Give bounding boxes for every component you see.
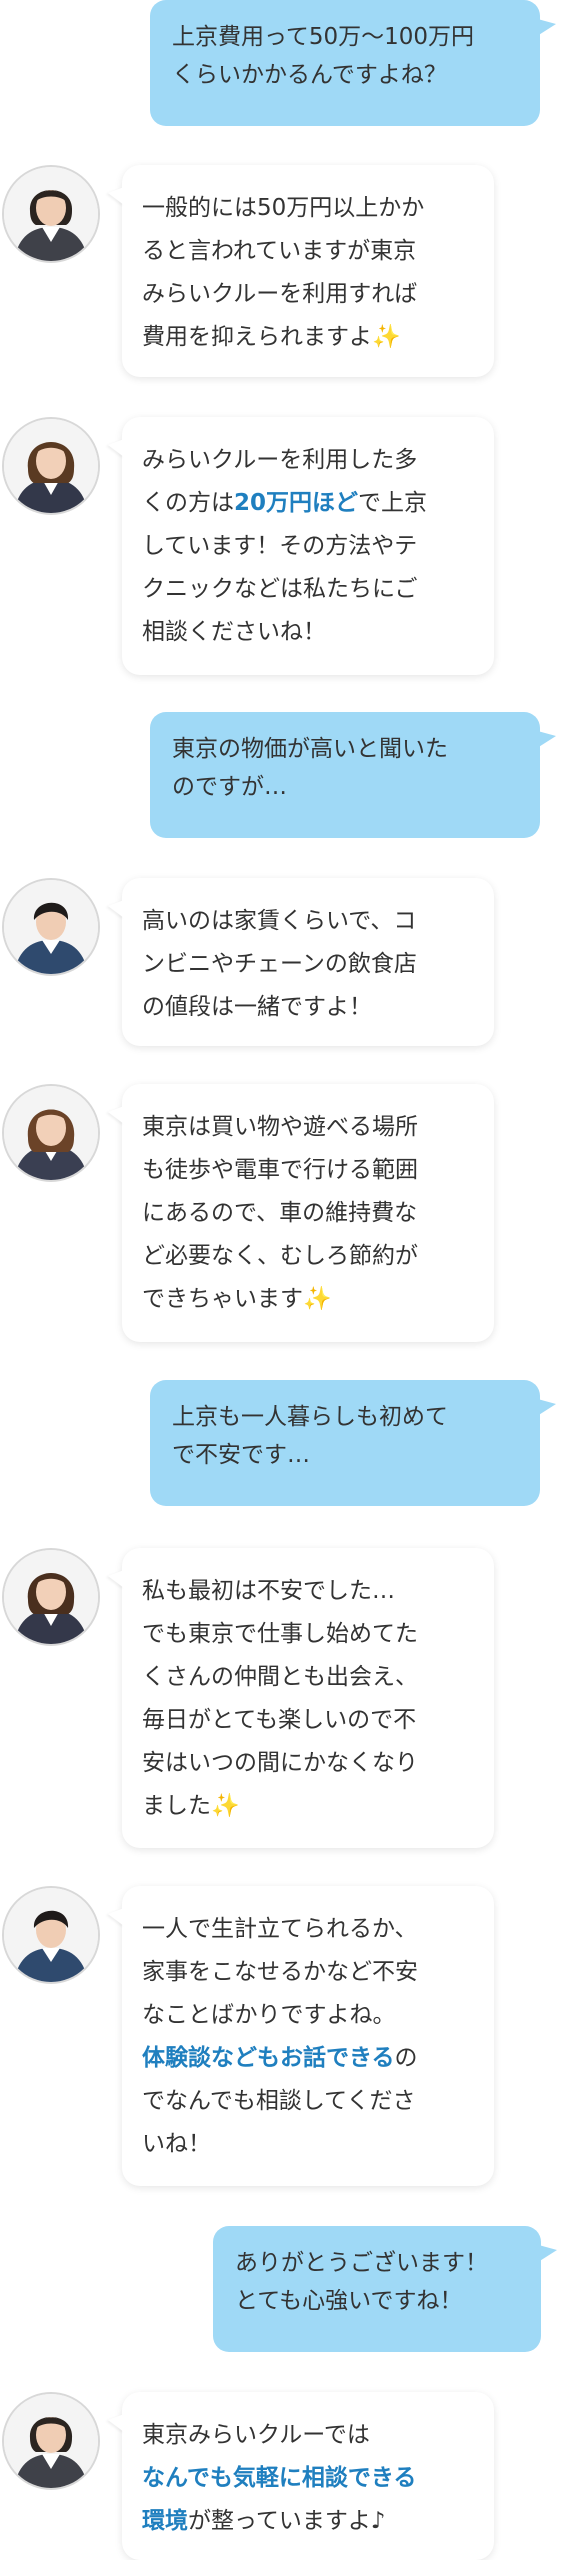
message-line: でなんでも相談してくださ [142,2088,416,2114]
person-avatar-icon [4,880,98,974]
message-line: 高いのは家賃くらいで、コ [142,908,417,934]
message-line: 東京の物価が高いと聞いた [172,736,448,762]
staff-avatar-1 [2,165,100,263]
sparkle-icon: ✨ [303,1286,332,1312]
person-avatar-icon [4,1086,98,1180]
message-line: 上京も一人暮らしも初めて [172,1404,448,1430]
message-line: 一般的には50万円以上かか [142,195,425,221]
person-avatar-icon [4,2394,98,2488]
message-line: なことばかりですよね。 [142,2002,396,2028]
highlighted-text: 環境 [142,2508,188,2534]
message-line: も徒歩や電車で行ける範囲 [142,1157,418,1183]
person-avatar-icon [4,167,98,261]
person-avatar-icon [4,419,98,513]
staff-message-bubble: 東京は買い物や遊べる場所 も徒歩や電車で行ける範囲 にあるので、車の維持費な ど… [122,1084,494,1342]
user-message-bubble: 上京費用って50万〜100万円 くらいかかるんですよね？ [150,0,556,126]
message-line: くらいかかるんですよね？ [172,62,447,88]
message-line: のですが… [172,774,287,800]
message-line: の値段は一緒ですよ！ [142,994,372,1020]
message-line: 東京は買い物や遊べる場所 [142,1114,418,1140]
sparkle-icon: ✨ [211,1793,240,1819]
staff-avatar-2 [2,417,100,515]
user-message-bubble: ありがとうございます！ とても心強いですね！ [213,2226,557,2352]
message-line: できちゃいます✨ [142,1286,332,1312]
person-avatar-icon [4,1550,98,1644]
message-line: でも東京で仕事し始めてた [142,1621,418,1647]
staff-message-bubble: 高いのは家賃くらいで、コ ンビニやチェーンの飲食店 の値段は一緒ですよ！ [122,878,494,1046]
message-line: 安はいつの間にかなくなり [142,1750,418,1776]
message-line: しています！その方法やテ [142,533,418,559]
message-line: ありがとうございます！ [235,2250,488,2276]
message-line: みらいクルーを利用した多 [142,447,418,473]
message-line: 体験談などもお話できるの [142,2045,418,2071]
staff-message-bubble: 東京みらいクルーでは なんでも気軽に相談できる 環境が整っていますよ♪ [122,2392,494,2560]
message-line: とても心強いですね！ [235,2288,463,2314]
highlighted-text: なんでも気軽に相談できる [142,2465,417,2491]
message-line: ると言われていますが東京 [142,238,417,264]
message-line: 一人で生計立てられるか、 [142,1916,418,1942]
user-message-bubble: 東京の物価が高いと聞いた のですが… [150,712,556,838]
message-line: 環境が整っていますよ♪ [142,2508,386,2534]
message-line: ンビニやチェーンの飲食店 [142,951,417,977]
message-line: 毎日がとても楽しいので不 [142,1707,417,1733]
staff-message-bubble: 一般的には50万円以上かか ると言われていますが東京 みらいクルーを利用すれば … [122,165,494,377]
message-line: 相談くださいね！ [142,619,326,645]
message-line: 東京みらいクルーでは [142,2422,370,2448]
message-line: いね！ [142,2131,211,2157]
message-line: 費用を抑えられますよ✨ [142,324,401,350]
message-line: 家事をこなせるかなど不安 [142,1959,418,1985]
staff-message-bubble: 一人で生計立てられるか、 家事をこなせるかなど不安 なことばかりですよね。 体験… [122,1886,494,2186]
staff-avatar-6 [2,1886,100,1984]
message-line: にあるので、車の維持費な [142,1200,418,1226]
highlighted-text: 体験談などもお話できる [142,2045,395,2071]
message-line: くさんの仲間とも出会え、 [142,1664,418,1690]
sparkle-icon: ✨ [372,324,401,350]
highlighted-text: 20万円ほど [234,490,359,516]
message-line: みらいクルーを利用すれば [142,281,418,307]
message-line: なんでも気軽に相談できる [142,2457,474,2500]
message-line: ました✨ [142,1793,240,1819]
staff-avatar-7 [2,2392,100,2490]
staff-message-bubble: 私も最初は不安でした… でも東京で仕事し始めてた くさんの仲間とも出会え、 毎日… [122,1548,494,1848]
person-avatar-icon [4,1888,98,1982]
staff-avatar-5 [2,1548,100,1646]
message-line: 上京費用って50万〜100万円 [172,24,475,50]
user-message-bubble: 上京も一人暮らしも初めて で不安です… [150,1380,556,1506]
message-line: 私も最初は不安でした… [142,1578,395,1604]
staff-avatar-3 [2,878,100,976]
message-line: で不安です… [172,1442,310,1468]
message-line: ど必要なく、むしろ節約が [142,1243,418,1269]
staff-message-bubble: みらいクルーを利用した多 くの方は20万円ほどで上京 しています！その方法やテ … [122,417,494,675]
staff-avatar-4 [2,1084,100,1182]
message-line: くの方は20万円ほどで上京 [142,490,428,516]
message-line: クニックなどは私たちにご [142,576,418,602]
